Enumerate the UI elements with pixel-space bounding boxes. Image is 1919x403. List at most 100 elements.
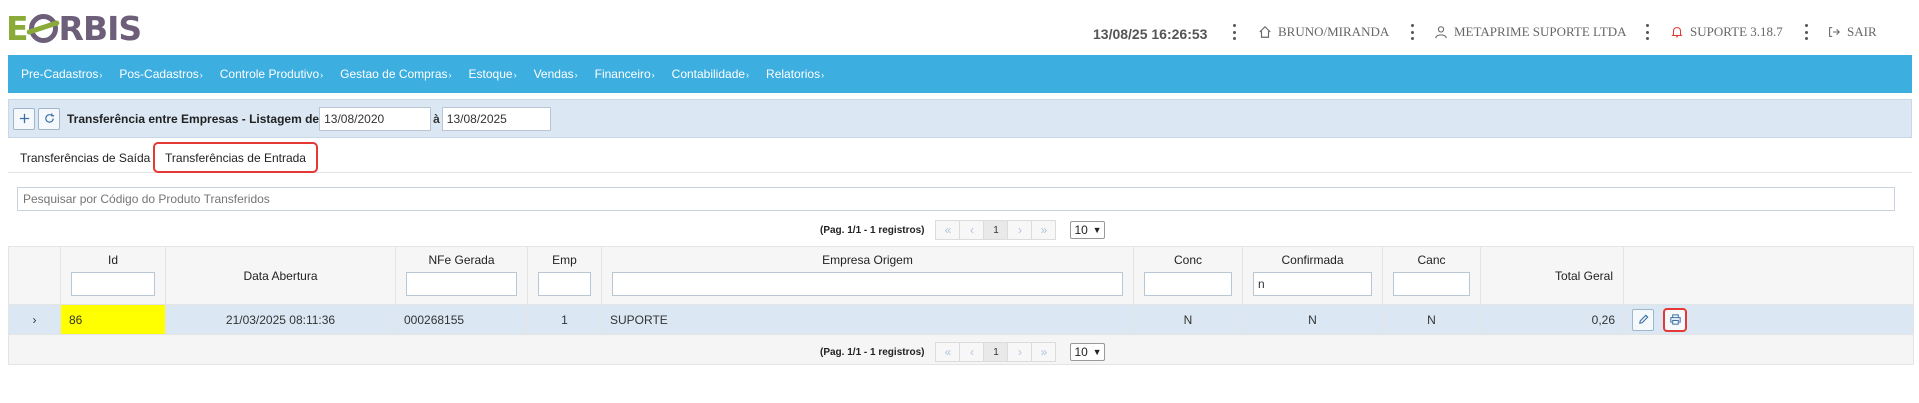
cell-emp: 1 — [527, 304, 602, 335]
table-row[interactable]: › 86 21/03/2025 08:11:36 000268155 1 SUP… — [8, 304, 1914, 335]
tab-entrada-label: Transferências de Entrada — [165, 150, 306, 165]
kebab-menu-icon[interactable] — [1645, 24, 1649, 40]
col-empresa-origem: Empresa Origem — [601, 246, 1134, 305]
next-page-button[interactable]: › — [1007, 342, 1033, 362]
page-size-value: 10 — [1074, 223, 1088, 237]
refresh-button[interactable] — [38, 107, 60, 130]
date-to-input[interactable] — [441, 106, 551, 131]
cell-id: 86 — [60, 304, 166, 335]
nav-estoque[interactable]: Estoque — [469, 67, 517, 81]
nfe-filter-input[interactable] — [406, 272, 517, 296]
cell-empresa-origem: SUPORTE — [601, 304, 1134, 335]
kebab-menu-icon[interactable] — [1804, 24, 1808, 40]
pager-top: (Pag. 1/1 - 1 registros) « ‹ 1 › » 10 ▼ — [820, 220, 1106, 240]
actions-header — [1623, 246, 1914, 305]
col-conc-label: Conc — [1173, 253, 1202, 267]
col-data-abertura: Data Abertura — [165, 246, 396, 305]
first-page-button[interactable]: « — [935, 342, 961, 362]
page-size-value: 10 — [1074, 345, 1088, 359]
version-label: SUPORTE 3.18.7 — [1690, 24, 1783, 39]
page-size-select[interactable]: 10 ▼ — [1070, 221, 1106, 239]
page-title: Transferência entre Empresas - Listagem … — [67, 111, 320, 126]
cell-canc: N — [1382, 304, 1481, 335]
chevron-down-icon: ▼ — [1092, 225, 1102, 235]
col-id: Id — [60, 246, 166, 305]
edit-button[interactable] — [1632, 308, 1654, 331]
id-filter-input[interactable] — [71, 272, 155, 296]
first-page-button[interactable]: « — [935, 220, 961, 240]
pager-info: (Pag. 1/1 - 1 registros) — [820, 346, 925, 358]
datetime-display: 13/08/25 16:26:53 — [1093, 26, 1208, 42]
cell-total: 0,26 — [1480, 304, 1624, 335]
date-separator: à — [433, 111, 440, 126]
col-canc-label: Canc — [1417, 253, 1446, 267]
nav-gestao-de-compras[interactable]: Gestao de Compras — [340, 67, 451, 81]
refresh-icon — [44, 113, 54, 123]
tab-transferencias-entrada[interactable]: Transferências de Entrada — [153, 142, 318, 173]
last-page-button[interactable]: » — [1031, 342, 1057, 362]
user-menu[interactable]: BRUNO/MIRANDA — [1258, 24, 1389, 40]
current-page-button[interactable]: 1 — [983, 342, 1009, 362]
next-page-button[interactable]: › — [1007, 220, 1033, 240]
col-nfe: NFe Gerada — [395, 246, 528, 305]
home-icon — [1259, 25, 1271, 38]
emp-filter-input[interactable] — [538, 272, 591, 296]
print-button[interactable] — [1663, 307, 1688, 332]
col-data-abertura-label: Data Abertura — [243, 268, 318, 283]
col-emp-label: Emp — [552, 253, 577, 267]
logout-icon — [1829, 27, 1840, 37]
chevron-down-icon: ▼ — [1092, 347, 1102, 357]
printer-icon — [1670, 314, 1681, 325]
col-conc: Conc — [1133, 246, 1243, 305]
listing-toolbar: Transferência entre Empresas - Listagem … — [8, 99, 1912, 138]
nav-pos-cadastros[interactable]: Pos-Cadastros — [119, 67, 202, 81]
confirmada-filter-input[interactable] — [1253, 272, 1372, 296]
tab-transferencias-saida[interactable]: Transferências de Saída — [20, 151, 150, 165]
search-input[interactable] — [17, 187, 1895, 211]
user-name: BRUNO/MIRANDA — [1278, 24, 1390, 39]
expand-header — [8, 246, 61, 305]
col-nfe-label: NFe Gerada — [428, 253, 495, 267]
nav-controle-produtivo[interactable]: Controle Produtivo — [220, 67, 323, 81]
logout-label: SAIR — [1847, 24, 1877, 39]
prev-page-button[interactable]: ‹ — [959, 342, 985, 362]
col-canc: Canc — [1382, 246, 1481, 305]
date-from-input[interactable] — [319, 106, 432, 131]
nav-pre-cadastros[interactable]: Pre-Cadastros — [21, 67, 102, 81]
kebab-menu-icon[interactable] — [1410, 24, 1414, 40]
prev-page-button[interactable]: ‹ — [959, 220, 985, 240]
add-button[interactable] — [13, 107, 35, 130]
pencil-icon — [1638, 314, 1648, 324]
chevron-right-icon: › — [32, 312, 37, 327]
col-empresa-origem-label: Empresa Origem — [822, 253, 913, 267]
expand-row-toggle[interactable]: › — [8, 304, 61, 335]
pager-info: (Pag. 1/1 - 1 registros) — [820, 224, 925, 236]
col-emp: Emp — [527, 246, 602, 305]
nav-financeiro[interactable]: Financeiro — [595, 67, 655, 81]
cell-actions — [1623, 304, 1914, 335]
nav-relatorios[interactable]: Relatorios — [766, 67, 824, 81]
empresa-origem-filter-input[interactable] — [612, 272, 1123, 296]
version-menu[interactable]: SUPORTE 3.18.7 — [1670, 24, 1783, 40]
cell-conc: N — [1133, 304, 1243, 335]
eorbis-logo: E RBIS — [6, 9, 142, 48]
conc-filter-input[interactable] — [1144, 272, 1232, 296]
company-name: METAPRIME SUPORTE LTDA — [1454, 24, 1627, 39]
bell-icon — [1671, 27, 1683, 38]
page-size-select[interactable]: 10 ▼ — [1070, 343, 1106, 361]
app-header: E RBIS 13/08/25 16:26:53 BRUNO/MIRANDA ME… — [0, 0, 1919, 54]
current-page-button[interactable]: 1 — [983, 220, 1009, 240]
pager-bottom: (Pag. 1/1 - 1 registros) « ‹ 1 › » 10 ▼ — [820, 342, 1106, 362]
plus-icon — [19, 113, 29, 124]
company-menu[interactable]: METAPRIME SUPORTE LTDA — [1434, 24, 1627, 40]
last-page-button[interactable]: » — [1031, 220, 1057, 240]
logout-button[interactable]: SAIR — [1827, 24, 1877, 40]
nav-contabilidade[interactable]: Contabilidade — [672, 67, 749, 81]
col-confirmada: Confirmada — [1242, 246, 1383, 305]
tab-bar: Transferências de Saída Transferências d… — [8, 142, 1912, 173]
canc-filter-input[interactable] — [1393, 272, 1470, 296]
nav-vendas[interactable]: Vendas — [534, 67, 578, 81]
cell-data-abertura: 21/03/2025 08:11:36 — [165, 304, 396, 335]
kebab-menu-icon[interactable] — [1232, 24, 1236, 40]
user-icon — [1435, 26, 1447, 39]
